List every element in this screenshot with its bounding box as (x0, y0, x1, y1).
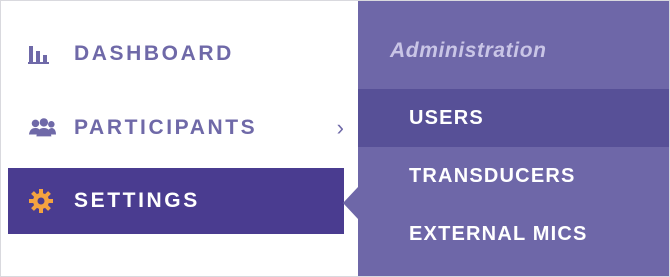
sidebar-item-label: SETTINGS (74, 189, 200, 212)
submenu-pointer (343, 187, 358, 219)
submenu-heading: Administration (390, 39, 547, 62)
submenu-item-external-mics[interactable]: EXTERNAL MICS (358, 205, 669, 263)
submenu-item-transducers[interactable]: TRANSDUCERS (358, 147, 669, 205)
sidebar-item-dashboard[interactable]: DASHBOARD (8, 21, 344, 87)
settings-submenu: Administration USERS TRANSDUCERS EXTERNA… (343, 1, 669, 276)
users-icon (28, 116, 56, 140)
sidebar-item-label: PARTICIPANTS (74, 116, 258, 139)
sidebar: DASHBOARD PARTICIPANTS › SETTINGS (1, 1, 358, 276)
sidebar-item-settings[interactable]: SETTINGS (8, 168, 344, 234)
gear-icon (28, 189, 56, 213)
submenu-item-users[interactable]: USERS (358, 89, 669, 147)
navigation-menu: DASHBOARD PARTICIPANTS › SETTINGS Admini… (0, 0, 670, 277)
sidebar-item-label: DASHBOARD (74, 42, 234, 65)
bar-chart-icon (28, 42, 56, 66)
sidebar-item-participants[interactable]: PARTICIPANTS › (8, 95, 344, 161)
chevron-right-icon: › (336, 115, 344, 140)
